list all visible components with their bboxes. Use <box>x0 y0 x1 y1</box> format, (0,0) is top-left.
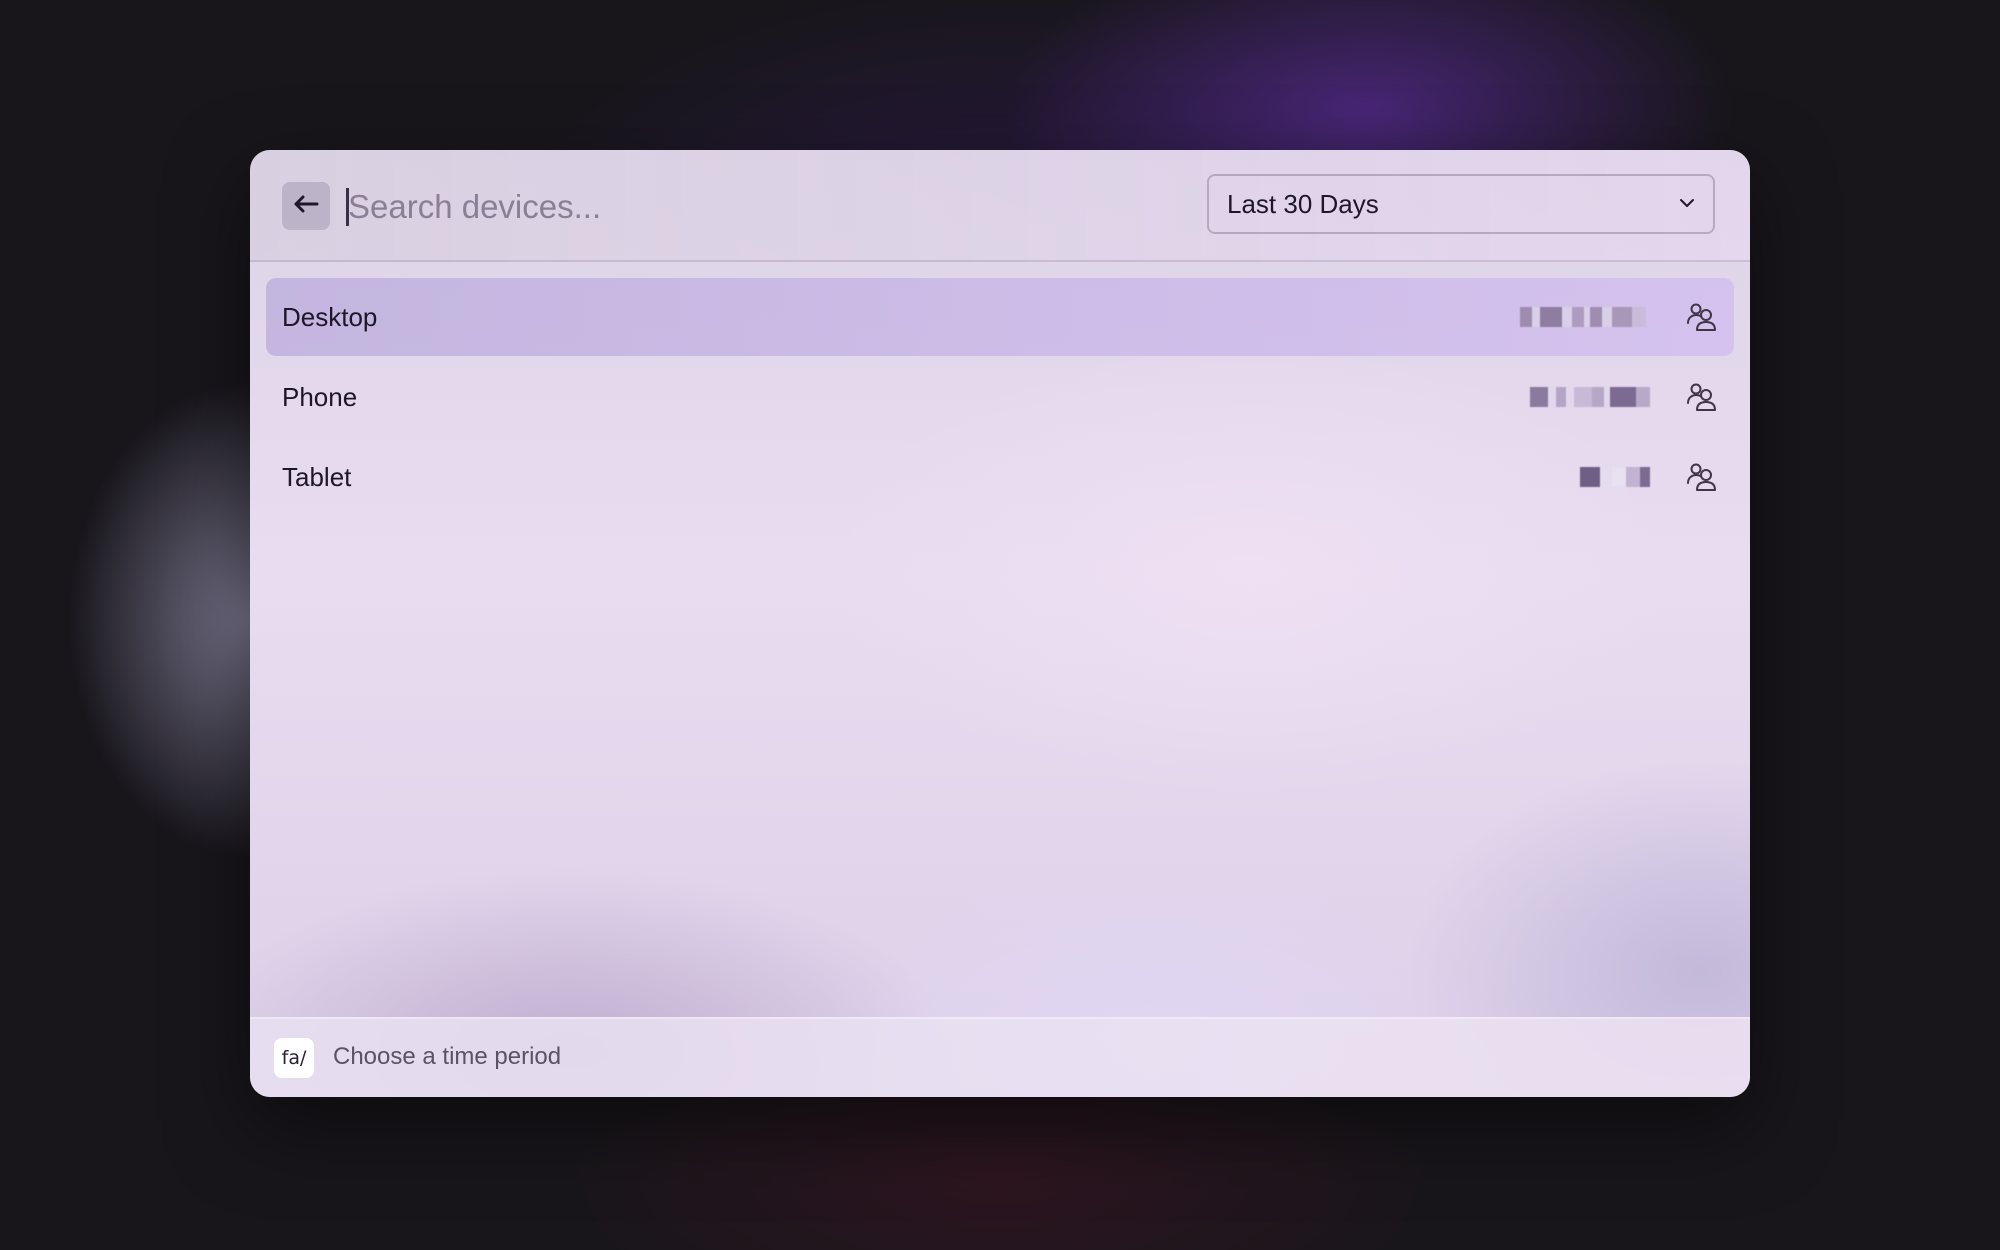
list-item-label: Tablet <box>282 461 352 492</box>
redacted-value <box>1520 307 1646 327</box>
time-period-select[interactable]: Last 30 Days <box>1207 174 1715 234</box>
users-icon[interactable] <box>1684 380 1718 414</box>
list-item-label: Desktop <box>282 301 378 332</box>
list-item-tablet[interactable]: Tablet <box>266 438 1734 516</box>
users-icon[interactable] <box>1684 300 1718 334</box>
list-item-label: Phone <box>282 381 358 412</box>
users-icon[interactable] <box>1684 460 1718 494</box>
search-input[interactable] <box>346 180 1148 234</box>
search-header: Last 30 Days <box>250 150 1750 262</box>
footer-bar: fa/ Choose a time period <box>250 1017 1750 1097</box>
keyboard-shortcut-badge: fa/ <box>274 1038 314 1078</box>
list-item-desktop[interactable]: Desktop <box>266 278 1734 356</box>
chevron-down-icon <box>1679 195 1695 213</box>
back-button[interactable] <box>282 182 330 230</box>
device-list: Desktop Phone Tablet <box>266 278 1734 518</box>
redacted-value <box>1580 467 1650 487</box>
arrow-left-icon <box>293 194 319 219</box>
footer-hint-text: Choose a time period <box>333 1043 562 1070</box>
time-period-selected-label: Last 30 Days <box>1227 188 1379 219</box>
list-item-phone[interactable]: Phone <box>266 358 1734 436</box>
device-search-panel: Last 30 Days Desktop <box>250 150 1750 1097</box>
redacted-value <box>1530 387 1650 407</box>
